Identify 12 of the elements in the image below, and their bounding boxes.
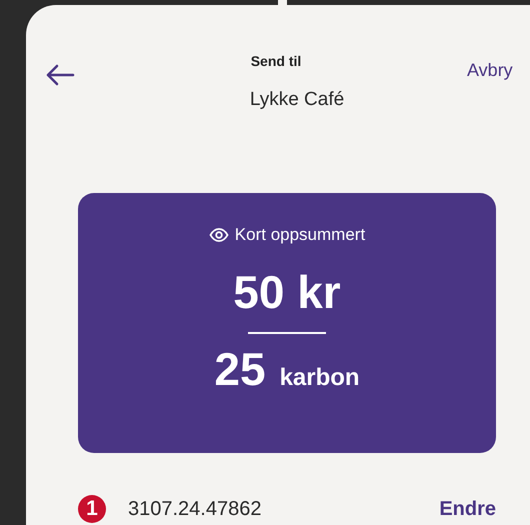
back-icon[interactable] xyxy=(45,64,77,86)
bank-logo: 1 xyxy=(78,495,106,523)
recipient-name: Lykke Café xyxy=(250,89,344,111)
cancel-button[interactable]: Avbry xyxy=(467,60,513,81)
eye-icon xyxy=(208,228,229,242)
change-button[interactable]: Endre xyxy=(439,498,496,520)
summary-label: Kort oppsummert xyxy=(234,225,366,245)
header-title: Send til xyxy=(250,53,302,69)
amount-text: 50 kr xyxy=(233,267,341,318)
account-number: 3107.24.47862 xyxy=(128,498,262,520)
points-value: 25 xyxy=(214,344,266,394)
points-unit: karbon xyxy=(280,364,360,392)
